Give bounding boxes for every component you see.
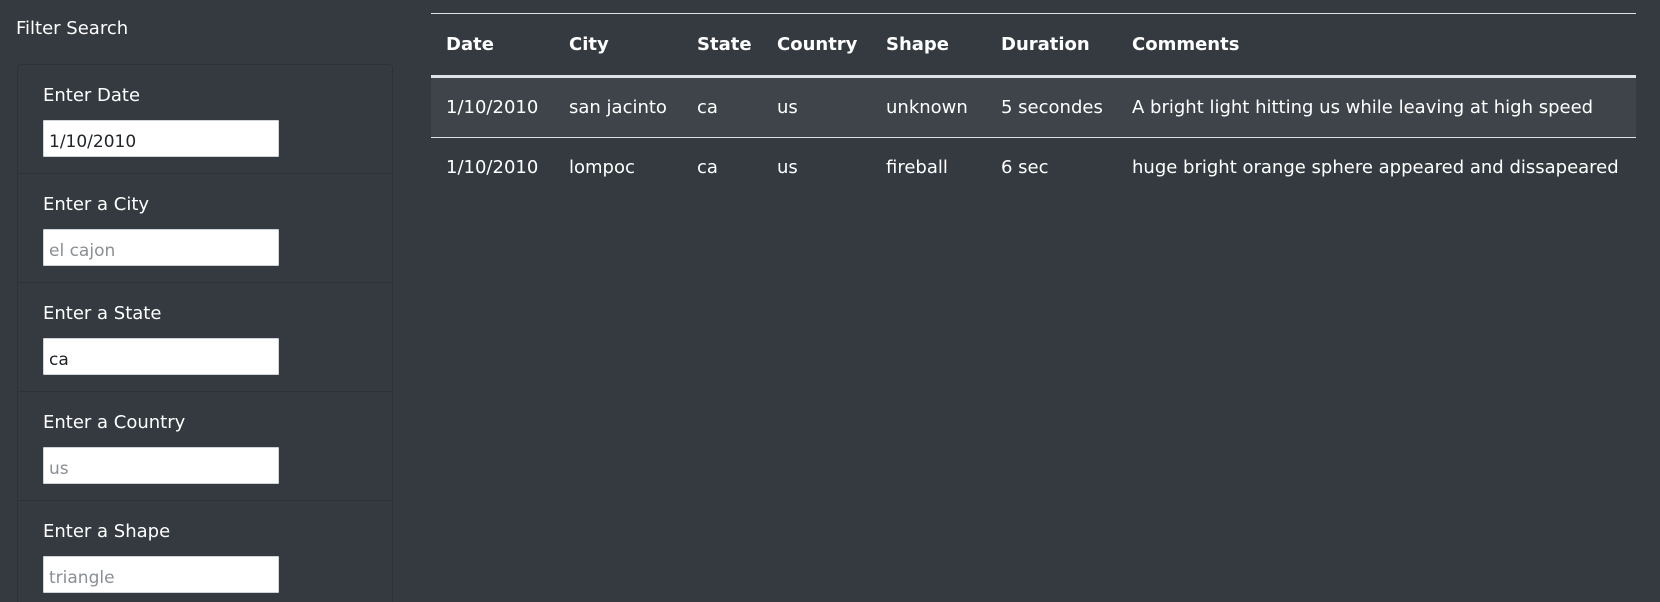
filter-item-shape: Enter a Shape (18, 501, 392, 602)
column-header-date: Date (431, 14, 554, 78)
ufo-table: Date City State Country Shape Duration C… (431, 14, 1636, 198)
column-header-duration: Duration (986, 14, 1117, 78)
ufo-table-container: Date City State Country Shape Duration C… (431, 13, 1636, 198)
table-header: Date City State Country Shape Duration C… (431, 14, 1636, 78)
column-header-comments: Comments (1117, 14, 1636, 78)
filter-item-date: Enter Date (18, 65, 392, 174)
country-input[interactable] (43, 447, 279, 484)
page: Filter Search Enter Date Enter a City En… (0, 0, 1660, 602)
cell-state: ca (682, 76, 762, 138)
column-header-city: City (554, 14, 682, 78)
cell-date: 1/10/2010 (446, 157, 539, 179)
cell-country: us (762, 76, 871, 138)
table-row: 1/10/2010 lompoc ca us fireball 6 sec hu… (431, 137, 1636, 198)
column-header-state: State (682, 14, 762, 78)
cell-duration: 5 secondes (986, 76, 1117, 138)
country-label: Enter a Country (43, 412, 186, 433)
filter-item-country: Enter a Country (18, 392, 392, 501)
cell-shape: fireball (886, 157, 948, 179)
filter-item-city: Enter a City (18, 174, 392, 283)
filter-list: Enter Date Enter a City Enter a State En… (17, 64, 393, 602)
filter-item-state: Enter a State (18, 283, 392, 392)
filter-search-title: Filter Search (16, 18, 129, 39)
cell-date: 1/10/2010 (431, 76, 554, 138)
cell-country: us (777, 157, 798, 179)
table-row: 1/10/2010 san jacinto ca us unknown 5 se… (431, 76, 1636, 138)
cell-city: lompoc (569, 157, 635, 179)
date-input[interactable] (43, 120, 279, 157)
shape-label: Enter a Shape (43, 521, 171, 542)
cell-city: san jacinto (554, 76, 682, 138)
date-label: Enter Date (43, 85, 141, 106)
state-label: Enter a State (43, 303, 162, 324)
state-input[interactable] (43, 338, 279, 375)
cell-duration: 6 sec (1001, 157, 1049, 179)
city-input[interactable] (43, 229, 279, 266)
column-header-shape: Shape (871, 14, 986, 78)
cell-shape: unknown (871, 76, 986, 138)
cell-comments: huge bright orange sphere appeared and d… (1132, 157, 1619, 179)
table-body: 1/10/2010 san jacinto ca us unknown 5 se… (431, 76, 1636, 198)
shape-input[interactable] (43, 556, 279, 593)
cell-comments: A bright light hitting us while leaving … (1117, 76, 1636, 138)
cell-state: ca (697, 157, 718, 179)
column-header-country: Country (762, 14, 871, 78)
city-label: Enter a City (43, 194, 150, 215)
